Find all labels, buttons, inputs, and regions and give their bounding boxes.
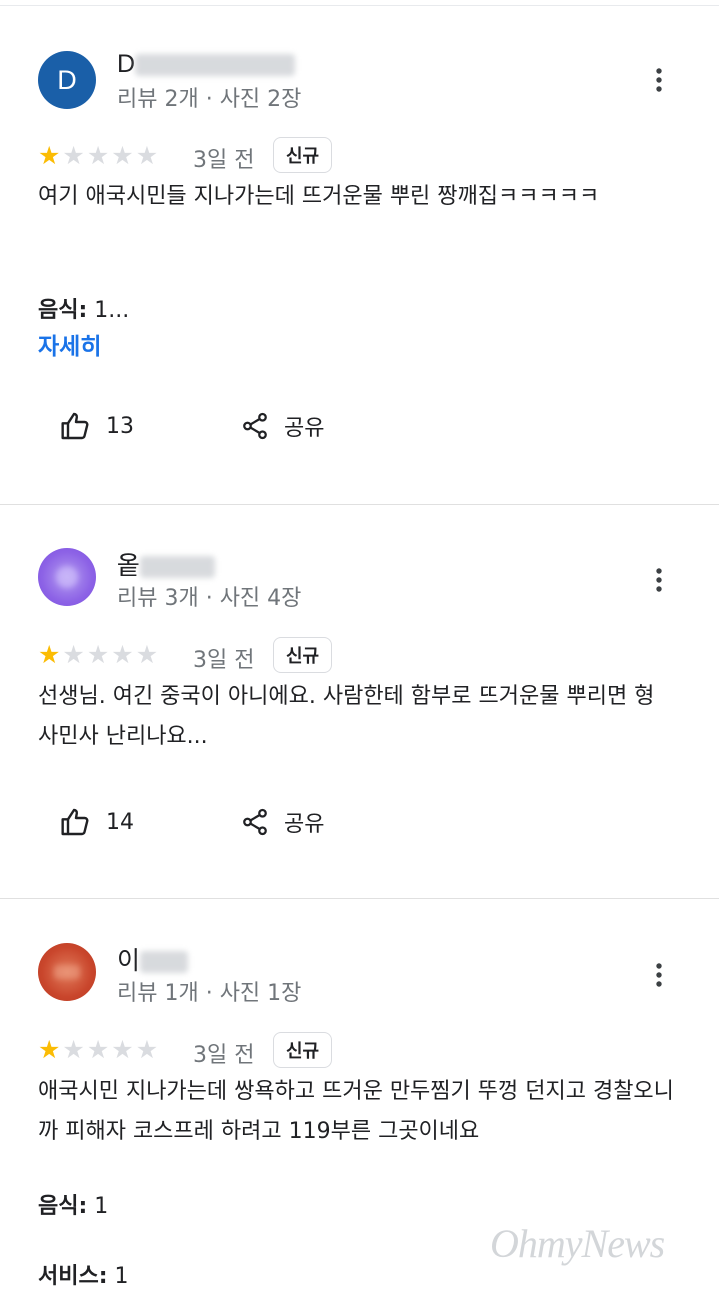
star-empty-icon: ★ <box>62 1035 85 1064</box>
blurred-avatar <box>54 965 80 979</box>
like-button[interactable]: 13 <box>60 410 134 442</box>
star-empty-icon: ★ <box>86 640 110 669</box>
new-badge: 신규 <box>273 137 333 173</box>
reviewer-meta: 리뷰 3개 · 사진 4장 <box>117 586 302 611</box>
star-empty-icon: ★ <box>111 1035 134 1064</box>
share-icon <box>243 808 267 836</box>
star-empty-icon: ★ <box>62 141 85 170</box>
like-count: 14 <box>106 809 134 835</box>
star-empty-icon: ★ <box>62 640 85 669</box>
star-filled-icon: ★ <box>38 141 61 170</box>
attribute-food: 음식: 1... <box>38 292 129 324</box>
more-options-button[interactable] <box>645 64 673 96</box>
reviewer-meta: 리뷰 1개 · 사진 1장 <box>117 981 302 1006</box>
attribute-value: 1... <box>94 298 130 323</box>
more-vert-icon <box>656 568 662 592</box>
review-text: 선생님. 여긴 중국이 아니에요. 사람한테 함부로 뜨거운물 뿌리면 형사민사… <box>38 684 655 749</box>
attribute-label: 음식: <box>38 1194 88 1219</box>
rating-stars: ★ ★ ★ ★ ★ <box>38 641 158 669</box>
reviewer-name-visible: D <box>117 50 136 78</box>
review-time: 3일 전 <box>193 648 255 673</box>
more-options-button[interactable] <box>645 564 673 596</box>
reviewer-name[interactable]: 옽 <box>117 546 216 582</box>
reviewer-name-visible: 이 <box>117 947 141 975</box>
rating-stars: ★ ★ ★ ★ ★ <box>38 1036 158 1064</box>
avatar[interactable] <box>38 548 96 606</box>
review-text: 여기 애국시민들 지나가는데 뜨거운물 뿌린 짱깨집ㅋㅋㅋㅋㅋ <box>38 184 600 209</box>
avatar[interactable]: D <box>38 51 96 109</box>
reviewer-name[interactable]: 이 <box>117 941 189 977</box>
attribute-value: 1 <box>114 1264 129 1289</box>
more-options-button[interactable] <box>645 959 673 991</box>
attribute-service: 서비스: 1 <box>38 1258 129 1290</box>
share-icon <box>243 412 267 440</box>
read-more-link[interactable]: 자세히 <box>38 327 101 361</box>
rating-stars: ★ ★ ★ ★ ★ <box>38 142 158 170</box>
share-label: 공유 <box>284 416 325 441</box>
attribute-food: 음식: 1 <box>38 1188 108 1220</box>
more-vert-icon <box>656 68 662 92</box>
new-badge: 신규 <box>273 1032 333 1068</box>
star-empty-icon: ★ <box>86 1035 110 1064</box>
thumbs-up-icon <box>61 412 89 440</box>
attribute-label: 서비스: <box>38 1264 108 1289</box>
star-empty-icon: ★ <box>111 141 134 170</box>
reviewer-meta: 리뷰 2개 · 사진 2장 <box>117 87 302 112</box>
attribute-value: 1 <box>94 1194 109 1219</box>
star-empty-icon: ★ <box>135 1035 159 1064</box>
attribute-label: 음식: <box>38 298 88 323</box>
like-count: 13 <box>106 413 134 439</box>
star-filled-icon: ★ <box>38 1035 61 1064</box>
new-badge: 신규 <box>273 637 333 673</box>
share-button[interactable]: 공유 <box>240 806 324 838</box>
thumbs-up-icon <box>61 808 89 836</box>
star-empty-icon: ★ <box>135 141 159 170</box>
star-empty-icon: ★ <box>111 640 134 669</box>
review-text: 애국시민 지나가는데 쌍욕하고 뜨거운 만두찜기 뚜껑 던지고 경찰오니까 피해… <box>38 1079 674 1144</box>
avatar[interactable] <box>38 943 96 1001</box>
reviewer-name-visible: 옽 <box>117 552 141 580</box>
more-vert-icon <box>656 963 662 987</box>
blurred-avatar <box>56 566 78 588</box>
share-button[interactable]: 공유 <box>240 410 324 442</box>
watermark-logo: OhmyNews <box>490 1221 665 1266</box>
top-divider <box>0 5 719 6</box>
review-divider <box>0 504 719 505</box>
review-time: 3일 전 <box>193 148 255 173</box>
star-empty-icon: ★ <box>135 640 159 669</box>
reviewer-name[interactable]: D <box>117 50 296 79</box>
star-filled-icon: ★ <box>38 640 61 669</box>
like-button[interactable]: 14 <box>60 806 134 838</box>
blurred-name <box>135 54 296 77</box>
avatar-letter: D <box>57 64 77 95</box>
review-divider <box>0 898 719 899</box>
review-time: 3일 전 <box>193 1043 255 1068</box>
share-label: 공유 <box>284 812 325 837</box>
blurred-name <box>140 556 216 579</box>
blurred-name <box>140 951 189 974</box>
star-empty-icon: ★ <box>86 141 110 170</box>
